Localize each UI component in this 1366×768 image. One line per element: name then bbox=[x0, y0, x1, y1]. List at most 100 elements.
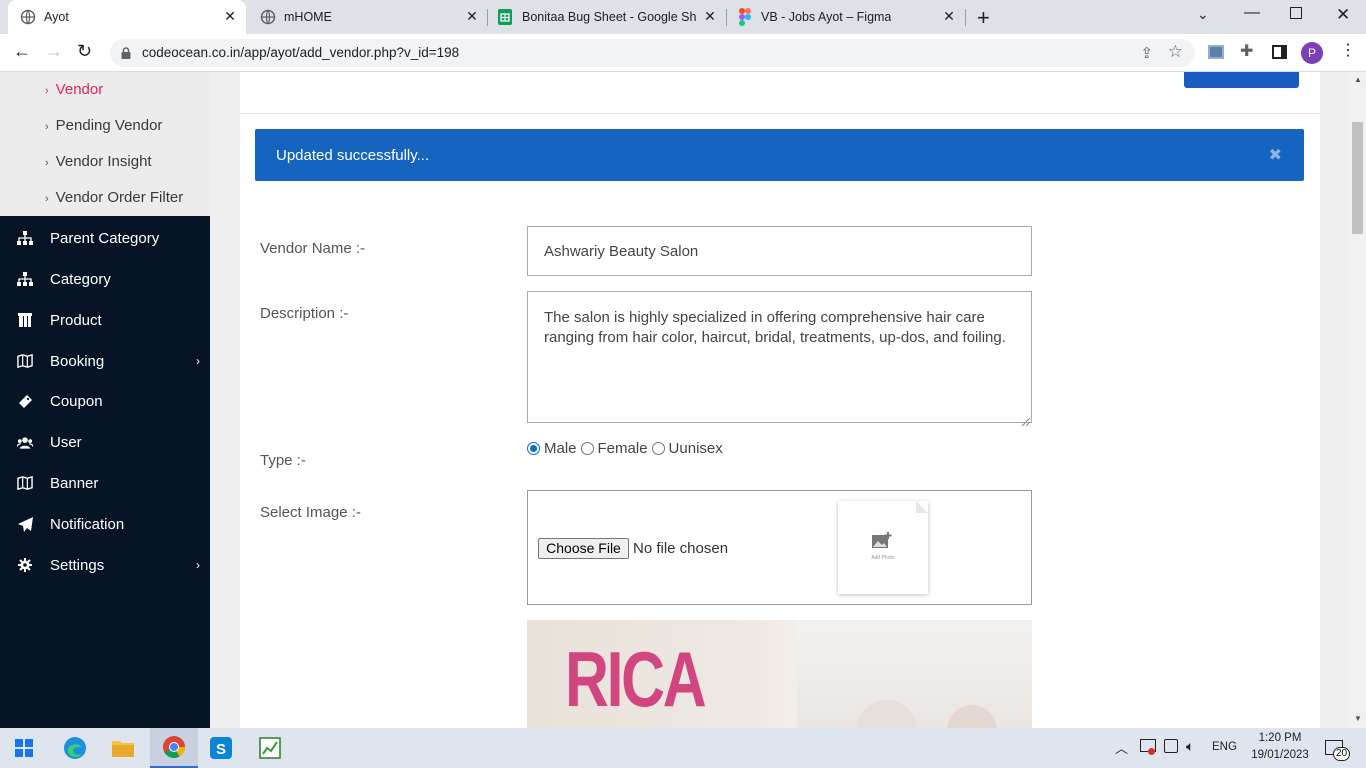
radio-label-unisex: Uunisex bbox=[668, 440, 723, 457]
chrome-icon[interactable] bbox=[150, 728, 198, 768]
users-icon bbox=[17, 434, 33, 450]
language-indicator[interactable]: ENG bbox=[1212, 741, 1237, 753]
sidebar-item-user[interactable]: User bbox=[0, 422, 210, 462]
header-divider bbox=[240, 113, 1320, 114]
sidebar-item-label: Notification bbox=[50, 515, 125, 533]
minimize-icon[interactable]: — bbox=[1244, 4, 1260, 22]
tab-title: VB - Jobs Ayot – Figma bbox=[761, 10, 892, 24]
globe-icon bbox=[260, 9, 276, 25]
sidebar-item-coupon[interactable]: Coupon bbox=[0, 381, 210, 421]
side-panel-icon[interactable] bbox=[1272, 45, 1287, 59]
radio-female[interactable] bbox=[580, 442, 594, 455]
tab-bug-sheet[interactable]: Bonitaa Bug Sheet - Google Shee ✕ bbox=[488, 0, 726, 34]
submenu-label: Vendor bbox=[55, 81, 104, 98]
add-photo-placeholder[interactable]: Add Photo bbox=[838, 501, 928, 594]
add-photo-text: Add Photo bbox=[871, 555, 895, 561]
reload-icon[interactable]: ↻ bbox=[77, 41, 92, 62]
tab-title: Bonitaa Bug Sheet - Google Shee bbox=[522, 10, 697, 24]
chevron-right-icon: › bbox=[196, 354, 200, 368]
product-icon bbox=[17, 312, 33, 328]
submenu-item-pending-vendor[interactable]: › Pending Vendor bbox=[45, 117, 162, 134]
clock-time[interactable]: 1:20 PM bbox=[1256, 732, 1304, 744]
choose-file-button[interactable]: Choose File bbox=[538, 538, 629, 559]
notification-count-badge: 20 bbox=[1333, 747, 1350, 761]
sidebar-item-settings[interactable]: Settings › bbox=[0, 545, 210, 585]
profile-avatar[interactable]: P bbox=[1301, 42, 1323, 64]
chevron-right-icon: › bbox=[45, 121, 49, 133]
radio-male[interactable] bbox=[527, 442, 540, 455]
submenu-item-vendor[interactable]: › Vendor bbox=[45, 81, 103, 98]
sidebar-item-banner[interactable]: Banner bbox=[0, 463, 210, 503]
back-button[interactable] bbox=[1184, 72, 1299, 88]
resize-handle-icon[interactable] bbox=[1021, 412, 1031, 427]
description-value: The salon is highly specialized in offer… bbox=[544, 309, 1006, 346]
chevron-right-icon: › bbox=[45, 193, 49, 205]
main-content: Updated successfully... ✖ Vendor Name :-… bbox=[210, 72, 1350, 728]
sidebar: › Vendor › Pending Vendor › Vendor Insight … bbox=[0, 72, 210, 728]
sidebar-item-label: User bbox=[50, 433, 82, 451]
sidebar-item-label: Category bbox=[50, 270, 111, 288]
description-textarea[interactable]: The salon is highly specialized in offer… bbox=[527, 291, 1032, 427]
browser-toolbar: ← → ↻ codeocean.co.in/app/ayot/add_vendo… bbox=[0, 34, 1366, 72]
skype-icon[interactable]: S bbox=[201, 732, 241, 764]
page-scrollbar[interactable]: ▲ ▼ bbox=[1350, 72, 1366, 728]
submenu-item-vendor-insight[interactable]: › Vendor Insight bbox=[45, 153, 152, 170]
tab-mhome[interactable]: mHOME ✕ bbox=[248, 0, 488, 34]
address-bar[interactable]: codeocean.co.in/app/ayot/add_vendor.php?… bbox=[110, 39, 1195, 67]
file-explorer-icon[interactable] bbox=[103, 732, 143, 764]
lock-icon[interactable] bbox=[121, 46, 131, 59]
back-icon[interactable]: ← bbox=[13, 41, 31, 62]
new-tab-icon[interactable]: + bbox=[977, 5, 990, 31]
sidebar-item-label: Booking bbox=[50, 352, 105, 370]
close-window-icon[interactable]: ✕ bbox=[1336, 5, 1350, 25]
tab-search-icon[interactable]: ⌄ bbox=[1197, 6, 1209, 23]
vendor-name-label: Vendor Name :- bbox=[260, 240, 366, 257]
close-tab-icon[interactable]: ✕ bbox=[464, 8, 480, 25]
share-icon[interactable]: ⇪ bbox=[1140, 44, 1153, 62]
tab-figma[interactable]: VB - Jobs Ayot – Figma ✕ bbox=[727, 0, 965, 34]
vendor-image-preview: RICA bbox=[527, 620, 1032, 728]
forward-icon[interactable]: → bbox=[45, 41, 63, 62]
vendor-name-input[interactable]: Ashwariy Beauty Salon bbox=[527, 226, 1032, 276]
windows-start-icon[interactable] bbox=[4, 732, 44, 764]
globe-icon bbox=[20, 9, 36, 25]
sidebar-item-booking[interactable]: Booking › bbox=[0, 341, 210, 381]
sidebar-item-product[interactable]: Product bbox=[0, 300, 210, 340]
bookmark-star-icon[interactable]: ☆ bbox=[1168, 42, 1183, 62]
gear-icon bbox=[17, 557, 33, 573]
browser-tab-bar: Ayot ✕ mHOME ✕ Bonitaa Bug Sheet - Googl… bbox=[0, 0, 1366, 34]
close-tab-icon[interactable]: ✕ bbox=[702, 8, 718, 25]
scrollbar-thumb[interactable] bbox=[1352, 122, 1363, 234]
close-tab-icon[interactable]: ✕ bbox=[222, 8, 238, 25]
vendor-submenu: › Vendor › Pending Vendor › Vendor Insight … bbox=[0, 72, 210, 216]
submenu-label: Vendor Insight bbox=[55, 153, 152, 170]
select-image-label: Select Image :- bbox=[260, 504, 361, 521]
monitor-icon[interactable] bbox=[1164, 739, 1178, 753]
tray-overflow-icon[interactable]: ︿ bbox=[1115, 738, 1128, 757]
close-icon[interactable]: ✖ bbox=[1269, 145, 1282, 165]
edge-icon[interactable] bbox=[55, 732, 95, 764]
volume-icon[interactable]: 🔈︎ bbox=[1186, 738, 1194, 755]
image-logo-text: RICA bbox=[565, 635, 707, 723]
sidebar-item-label: Product bbox=[50, 311, 102, 329]
radio-unisex[interactable] bbox=[651, 442, 665, 455]
tab-ayot[interactable]: Ayot ✕ bbox=[8, 0, 246, 34]
sidebar-item-notification[interactable]: Notification bbox=[0, 504, 210, 544]
sidebar-item-category[interactable]: Category bbox=[0, 259, 210, 299]
submenu-item-vendor-order-filter[interactable]: › Vendor Order Filter bbox=[45, 189, 183, 206]
page-corner bbox=[916, 501, 928, 513]
scroll-up-icon[interactable]: ▲ bbox=[1354, 75, 1362, 84]
image-background bbox=[797, 620, 1032, 728]
tab-separator bbox=[965, 9, 966, 26]
extensions-puzzle-icon[interactable]: ✚ bbox=[1240, 41, 1253, 61]
extension-image-icon[interactable] bbox=[1208, 45, 1224, 59]
scroll-down-icon[interactable]: ▼ bbox=[1354, 714, 1362, 723]
restore-icon[interactable] bbox=[1290, 7, 1302, 19]
browser-menu-icon[interactable]: ⋮ bbox=[1340, 40, 1356, 60]
type-radio-group: Male Female Uunisex bbox=[527, 440, 723, 457]
close-tab-icon[interactable]: ✕ bbox=[941, 8, 957, 25]
notepad-chart-icon[interactable] bbox=[250, 732, 290, 764]
clock-date[interactable]: 19/01/2023 bbox=[1247, 749, 1313, 761]
alert-message: Updated successfully... bbox=[276, 147, 430, 164]
sidebar-item-parent-category[interactable]: Parent Category bbox=[0, 218, 210, 258]
